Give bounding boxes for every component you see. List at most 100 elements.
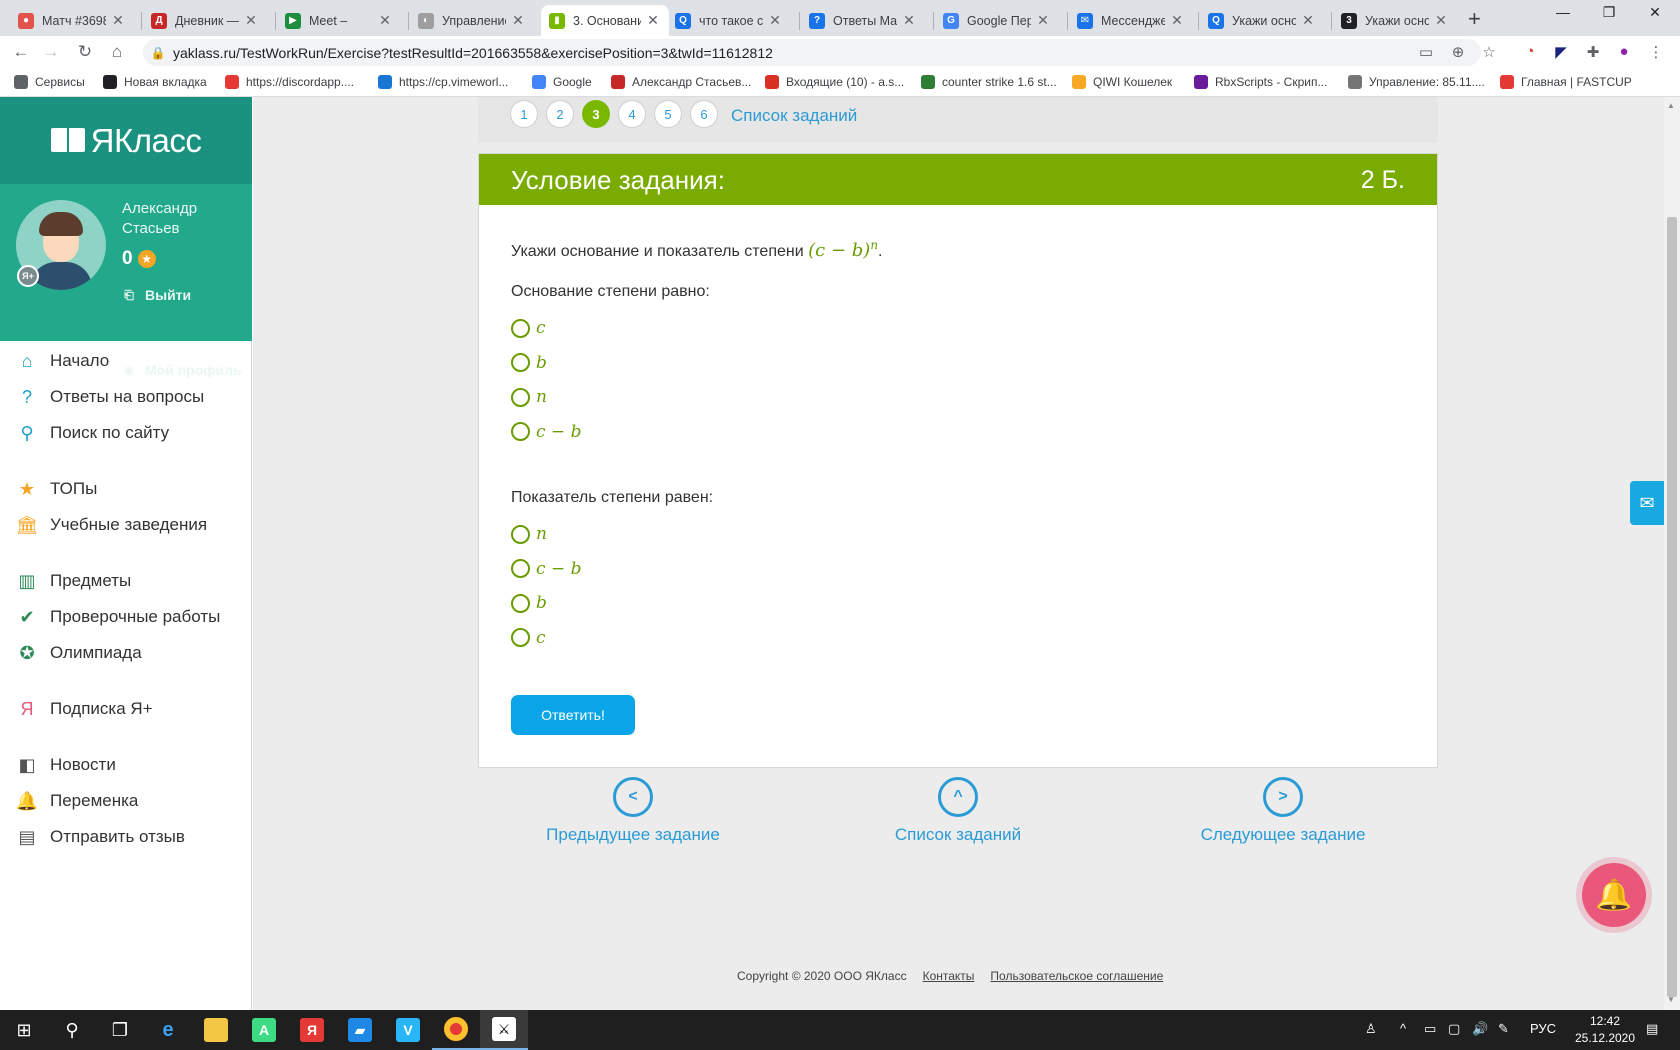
forward-icon[interactable]: → <box>40 42 62 62</box>
pager-page[interactable]: 5 <box>654 100 682 128</box>
tray-chevron-icon[interactable]: ^ <box>1400 1021 1406 1036</box>
vimeworld-icon[interactable]: V <box>384 1010 432 1050</box>
bookmark-item[interactable]: https://cp.vimeworl... <box>378 75 508 89</box>
home-button-icon[interactable]: ⌂ <box>106 42 128 62</box>
new-tab-icon[interactable]: + <box>1468 6 1481 32</box>
bookmark-item[interactable]: Google <box>532 75 592 89</box>
cast-icon[interactable]: ▭ <box>1416 43 1436 61</box>
radio-button[interactable] <box>511 353 530 372</box>
sidebar-item[interactable]: 🔔 Переменка <box>16 790 139 812</box>
close-tab-icon[interactable]: ✕ <box>1433 12 1449 29</box>
close-tab-icon[interactable]: ✕ <box>377 12 393 29</box>
close-tab-icon[interactable]: ✕ <box>901 12 917 29</box>
browser-tab[interactable]: G Google Пер ✕ <box>935 5 1059 36</box>
yandex-browser-icon[interactable]: Я <box>288 1010 336 1050</box>
contacts-link[interactable]: Контакты <box>923 969 975 983</box>
person-tray-icon[interactable]: ♙ <box>1365 1021 1377 1037</box>
close-tab-icon[interactable]: ✕ <box>243 12 259 29</box>
browser-tab[interactable]: Q Укажи осно ✕ <box>1200 5 1324 36</box>
extension-notify-icon[interactable]: ◔ <box>1520 43 1540 60</box>
profile-avatar-icon[interactable]: ● <box>1614 43 1634 60</box>
radio-button[interactable] <box>511 524 530 544</box>
scroll-up-icon[interactable]: ▲ <box>1667 101 1675 110</box>
edge-icon[interactable]: e <box>144 1010 192 1050</box>
close-tab-icon[interactable]: ✕ <box>110 12 126 29</box>
submit-answer-button[interactable]: Ответить! <box>511 695 635 735</box>
browser-tab[interactable]: ▮ 3. Основани ✕ <box>541 5 669 36</box>
menu-dots-icon[interactable]: ⋮ <box>1646 43 1666 61</box>
pen-icon[interactable]: ✎ <box>1498 1021 1509 1037</box>
bookmark-item[interactable]: Александр Стасьев... <box>611 75 751 89</box>
app-icon[interactable]: ▰ <box>336 1010 384 1050</box>
url-text[interactable]: yaklass.ru/TestWorkRun/Exercise?testResu… <box>173 45 773 61</box>
answer-option[interactable]: n <box>511 387 547 407</box>
page-scrollbar[interactable]: ▲ ▼ <box>1664 97 1680 1010</box>
answer-option[interactable]: c − b <box>511 422 581 442</box>
radio-button[interactable] <box>511 387 530 407</box>
extensions-puzzle-icon[interactable]: ✚ <box>1583 43 1603 61</box>
close-tab-icon[interactable]: ✕ <box>1035 12 1051 29</box>
clock[interactable]: 12:42 25.12.2020 <box>1570 1013 1640 1047</box>
address-bar[interactable]: 🔒 yaklass.ru/TestWorkRun/Exercise?testRe… <box>143 39 1481 66</box>
volume-icon[interactable]: 🔊 <box>1472 1021 1488 1037</box>
bookmark-item[interactable]: QIWI Кошелек <box>1072 75 1172 89</box>
file-explorer-icon[interactable] <box>192 1010 240 1050</box>
bookmark-star-icon[interactable]: ☆ <box>1479 43 1499 61</box>
close-tab-icon[interactable]: ✕ <box>1300 12 1316 29</box>
sidebar-item[interactable]: ◧ Новости <box>16 754 115 776</box>
radio-button[interactable] <box>511 593 530 613</box>
prev-task-link[interactable]: < Предыдущее задание <box>513 777 753 845</box>
task-list-link[interactable]: ^ Список заданий <box>838 777 1078 845</box>
lock-icon[interactable]: 🔒 <box>143 46 173 60</box>
mail-icon[interactable]: ✉ <box>1630 481 1664 525</box>
back-icon[interactable]: ← <box>10 42 32 62</box>
close-tab-icon[interactable]: ✕ <box>510 12 526 29</box>
chrome-icon[interactable] <box>432 1010 480 1050</box>
radio-button[interactable] <box>511 628 530 647</box>
answer-option[interactable]: n <box>511 524 547 544</box>
next-task-link[interactable]: > Следующее задание <box>1163 777 1403 845</box>
sidebar-item[interactable]: ? Ответы на вопросы <box>16 386 204 408</box>
bookmark-item[interactable]: counter strike 1.6 st... <box>921 75 1057 89</box>
reload-icon[interactable]: ↻ <box>74 42 96 62</box>
logo[interactable]: ЯКласс <box>0 97 252 184</box>
radio-button[interactable] <box>511 559 530 578</box>
answer-option[interactable]: b <box>511 353 547 373</box>
close-tab-icon[interactable]: ✕ <box>645 12 661 29</box>
sidebar-item[interactable]: ⚲ Поиск по сайту <box>16 422 169 444</box>
close-tab-icon[interactable]: ✕ <box>1169 12 1185 29</box>
bookmark-item[interactable]: https://discordapp.... <box>225 75 354 89</box>
task-view-icon[interactable]: ❐ <box>96 1010 144 1050</box>
language-indicator[interactable]: РУС <box>1530 1021 1556 1036</box>
sidebar-item[interactable]: ⌂ Начало <box>16 350 110 372</box>
notification-bell-icon[interactable]: 🔔 <box>1582 863 1646 927</box>
agreement-link[interactable]: Пользовательское соглашение <box>990 969 1163 983</box>
close-tab-icon[interactable]: ✕ <box>767 12 783 29</box>
bookmark-item[interactable]: Сервисы <box>14 75 85 89</box>
browser-tab[interactable]: Qчто такое ст ✕ <box>667 5 791 36</box>
browser-tab[interactable]: 3 Укажи осно ✕ <box>1333 5 1457 36</box>
extension-add-icon[interactable]: ⊕ <box>1448 43 1468 61</box>
network-icon[interactable]: ▭ <box>1424 1021 1436 1037</box>
counter-strike-icon[interactable]: ⚔ <box>480 1010 528 1050</box>
bookmark-item[interactable]: Входящие (10) - a.s... <box>765 75 904 89</box>
sidebar-item[interactable]: ✪ Олимпиада <box>16 642 141 664</box>
scroll-thumb[interactable] <box>1667 217 1677 997</box>
sidebar-item[interactable]: ✔ Проверочные работы <box>16 606 220 628</box>
minimize-icon[interactable]: — <box>1540 4 1586 20</box>
browser-tab[interactable]: ? Ответы Mail. ✕ <box>801 5 925 36</box>
bookmark-item[interactable]: Управление: 85.11.... <box>1348 75 1485 89</box>
pager-page[interactable]: 2 <box>546 100 574 128</box>
browser-tab[interactable]: ▶ Meet – ✕ <box>277 5 401 36</box>
sidebar-item[interactable]: ▤ Отправить отзыв <box>16 826 184 848</box>
browser-tab[interactable]: Д Дневник — ✕ <box>143 5 267 36</box>
close-window-icon[interactable]: ✕ <box>1632 4 1678 21</box>
notifications-icon[interactable]: ▤ <box>1646 1021 1658 1037</box>
extension-arrow-icon[interactable]: ◤ <box>1551 43 1571 61</box>
scroll-down-icon[interactable]: ▼ <box>1667 995 1675 1004</box>
windows-start-icon[interactable]: ⊞ <box>0 1010 48 1050</box>
sidebar-item[interactable]: ▥ Предметы <box>16 570 131 592</box>
pager-task-list-link[interactable]: Список заданий <box>731 106 857 126</box>
sidebar-item[interactable]: Я Подписка Я+ <box>16 698 153 720</box>
radio-button[interactable] <box>511 318 530 338</box>
